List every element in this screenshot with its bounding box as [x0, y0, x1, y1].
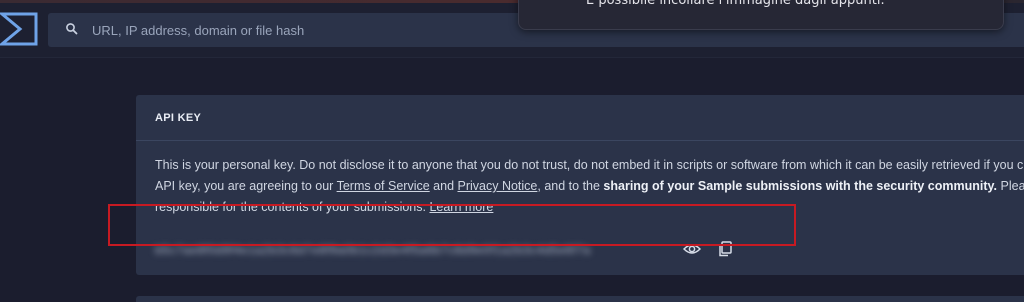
api-key-card: API KEY This is your personal key. Do no… [136, 95, 1024, 275]
notification-text: È possibile incollare l'immagine dagli a… [586, 0, 885, 8]
terms-of-service-link[interactable]: Terms of Service [337, 179, 430, 193]
search-icon[interactable] [65, 22, 79, 36]
next-card [136, 296, 1024, 302]
privacy-notice-link[interactable]: Privacy Notice [458, 179, 538, 193]
card-header: API KEY [136, 95, 1024, 141]
sharing-bold-text: sharing of your Sample submissions with … [603, 179, 998, 193]
logo-icon[interactable] [0, 10, 40, 48]
description-line-2: API key, you are agreeing to our Terms o… [155, 179, 1024, 193]
card-title: API KEY [155, 112, 202, 124]
search-input[interactable] [92, 13, 512, 47]
highlight-box [108, 204, 796, 246]
description-line-1: This is your personal key. Do not disclo… [155, 158, 1024, 172]
clipboard-notification: È possibile incollare l'immagine dagli a… [518, 0, 1004, 30]
